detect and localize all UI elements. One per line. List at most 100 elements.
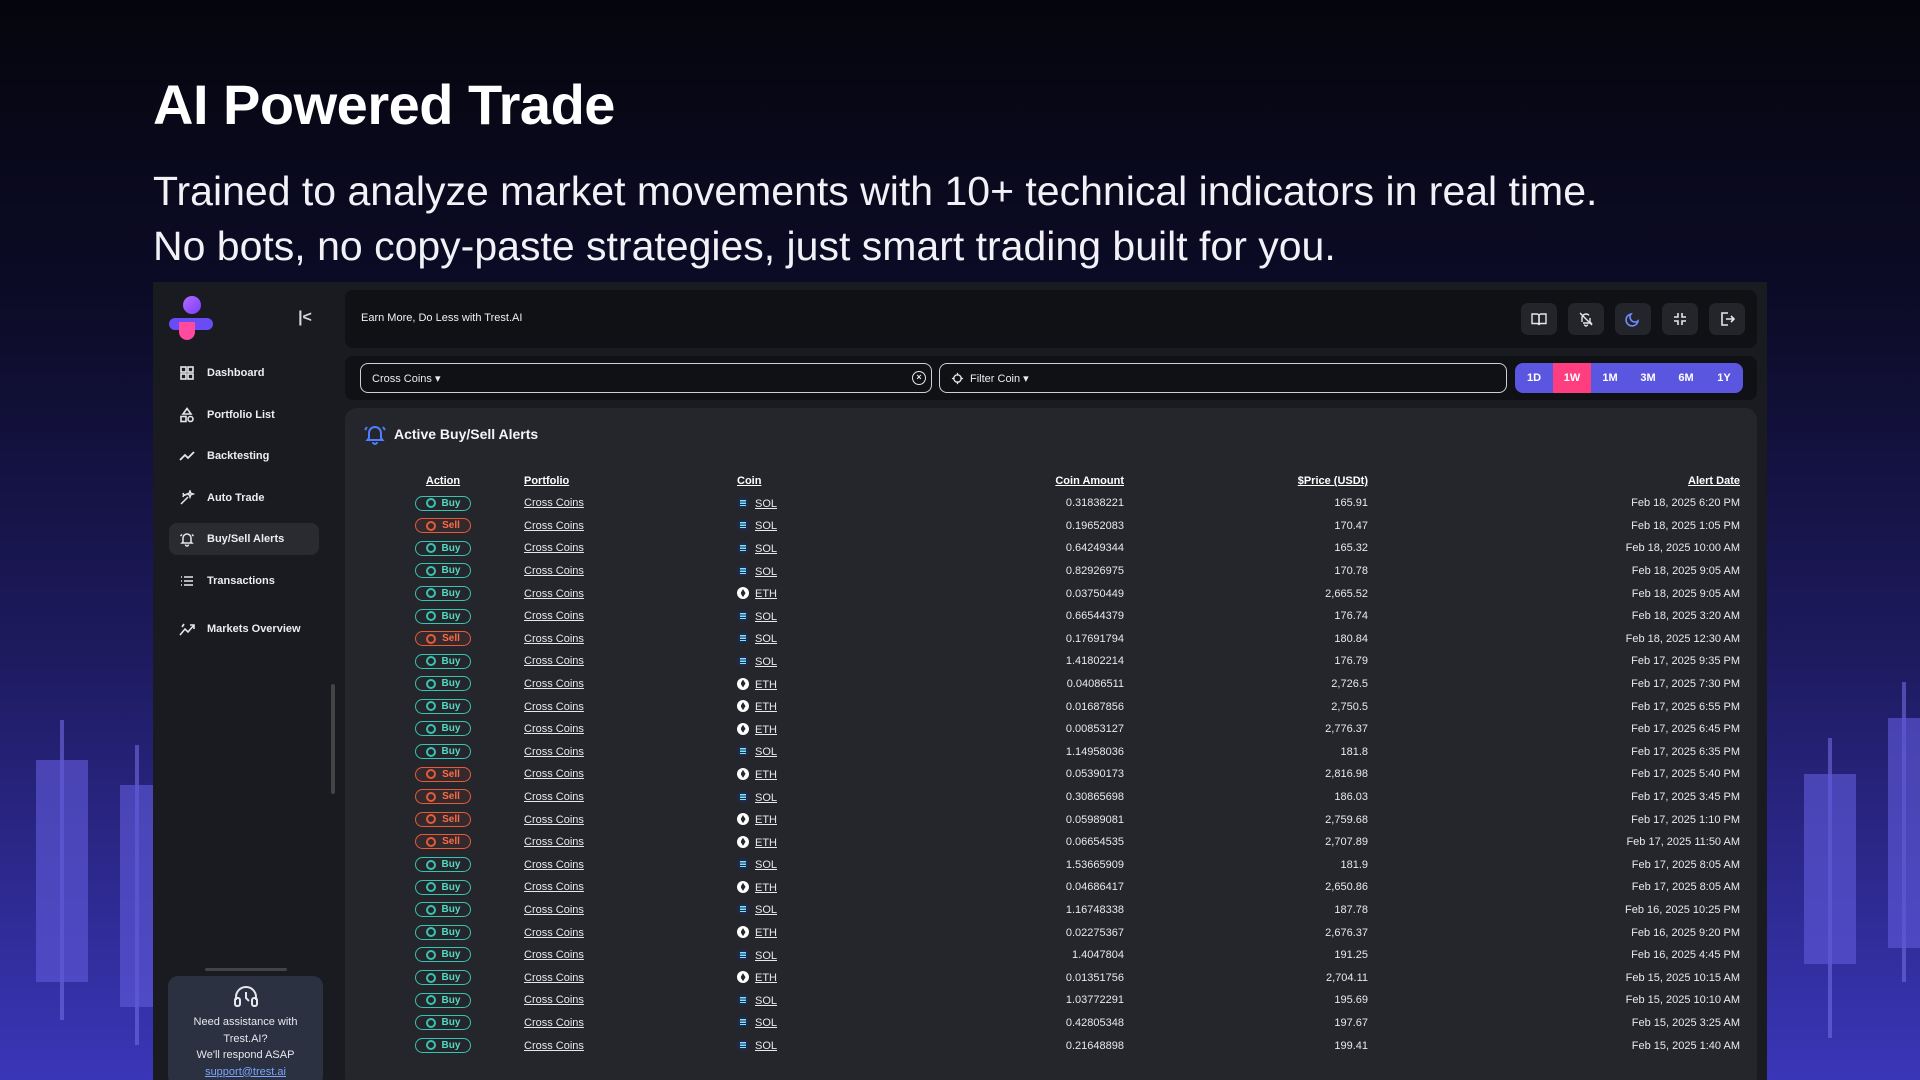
fullscreen-button[interactable] [1662, 303, 1698, 335]
alerts-table: Action Portfolio Coin Coin Amount $Price… [362, 470, 1740, 1057]
coin-cell[interactable]: ETH [737, 673, 894, 696]
portfolio-select[interactable]: Cross Coins ▾ × [360, 363, 932, 393]
coin-price: 186.03 [1334, 791, 1368, 804]
portfolio-link[interactable]: Cross Coins [524, 966, 737, 989]
clear-icon[interactable]: × [912, 371, 926, 385]
logout-button[interactable] [1709, 303, 1745, 335]
coin-cell[interactable]: ETH [737, 831, 894, 854]
portfolio-link[interactable]: Cross Coins [524, 515, 737, 538]
portfolio-link[interactable]: Cross Coins [524, 944, 737, 967]
portfolio-link[interactable]: Cross Coins [524, 492, 737, 515]
coin-cell[interactable]: SOL [737, 537, 894, 560]
support-email-link[interactable]: support@trest.ai [205, 1066, 286, 1078]
portfolio-link[interactable]: Cross Coins [524, 560, 737, 583]
coin-cell[interactable]: SOL [737, 650, 894, 673]
sidebar-item-label: Backtesting [207, 450, 270, 463]
logo[interactable] [169, 296, 215, 340]
portfolio-link[interactable]: Cross Coins [524, 1034, 737, 1057]
portfolio-link[interactable]: Cross Coins [524, 582, 737, 605]
coin-amount: 0.05989081 [1065, 813, 1124, 826]
alert-date: Feb 18, 2025 3:20 AM [1631, 610, 1740, 623]
portfolio-link[interactable]: Cross Coins [524, 1012, 737, 1035]
portfolio-link[interactable]: Cross Coins [524, 831, 737, 854]
column-header-portfolio[interactable]: Portfolio [524, 470, 737, 492]
sidebar-item-portfolio-list[interactable]: Portfolio List [169, 399, 319, 431]
range-tab-1y[interactable]: 1Y [1705, 363, 1743, 393]
column-header-coin[interactable]: Coin [737, 470, 894, 492]
coin-cell[interactable]: SOL [737, 786, 894, 809]
column-header-action[interactable]: Action [362, 470, 524, 492]
coin-filter-select[interactable]: Filter Coin ▾ [939, 363, 1507, 393]
portfolio-link[interactable]: Cross Coins [524, 899, 737, 922]
alert-date: Feb 18, 2025 6:20 PM [1631, 497, 1740, 510]
coin-cell[interactable]: ETH [737, 763, 894, 786]
range-tab-1w[interactable]: 1W [1553, 363, 1591, 393]
portfolio-link[interactable]: Cross Coins [524, 989, 737, 1012]
sidebar-item-markets-overview[interactable]: Markets Overview [169, 613, 319, 645]
buy-badge: Buy [415, 698, 471, 714]
coin-cell[interactable]: ETH [737, 876, 894, 899]
action-cell: Buy [362, 560, 524, 583]
sidebar-item-backtesting[interactable]: Backtesting [169, 440, 319, 472]
eth-coin-icon [737, 587, 749, 600]
portfolio-link[interactable]: Cross Coins [524, 718, 737, 741]
range-tab-6m[interactable]: 6M [1667, 363, 1705, 393]
coin-cell[interactable]: ETH [737, 921, 894, 944]
notifications-button[interactable] [1568, 303, 1604, 335]
action-cell: Buy [362, 854, 524, 877]
alert-date: Feb 15, 2025 1:40 AM [1631, 1039, 1740, 1052]
column-header-alert-date[interactable]: Alert Date [1368, 470, 1740, 492]
coin-cell[interactable]: SOL [737, 560, 894, 583]
portfolio-link[interactable]: Cross Coins [524, 605, 737, 628]
help-card: Need assistance with Trest.AI? We'll res… [168, 976, 323, 1080]
coin-cell[interactable]: ETH [737, 718, 894, 741]
range-tab-3m[interactable]: 3M [1629, 363, 1667, 393]
coin-cell[interactable]: SOL [737, 899, 894, 922]
theme-toggle-button[interactable] [1615, 303, 1651, 335]
portfolio-link[interactable]: Cross Coins [524, 876, 737, 899]
column-header-coin-amount[interactable]: Coin Amount [894, 470, 1124, 492]
alert-date: Feb 18, 2025 9:05 AM [1631, 565, 1740, 578]
coin-cell[interactable]: ETH [737, 582, 894, 605]
portfolio-link[interactable]: Cross Coins [524, 673, 737, 696]
coin-cell[interactable]: SOL [737, 628, 894, 651]
portfolio-link[interactable]: Cross Coins [524, 741, 737, 764]
portfolio-link[interactable]: Cross Coins [524, 763, 737, 786]
sidebar-scrollbar[interactable] [331, 684, 335, 794]
docs-button[interactable] [1521, 303, 1557, 335]
hero-subtitle: Trained to analyze market movements with… [153, 164, 1597, 274]
sidebar-item-transactions[interactable]: Transactions [169, 565, 319, 597]
decor-candle [1804, 738, 1856, 1038]
coin-cell[interactable]: SOL [737, 605, 894, 628]
coin-cell[interactable]: SOL [737, 944, 894, 967]
portfolio-link[interactable]: Cross Coins [524, 650, 737, 673]
sidebar-item-dashboard[interactable]: Dashboard [169, 357, 319, 389]
coin-cell[interactable]: ETH [737, 808, 894, 831]
column-header-price[interactable]: $Price (USDt) [1124, 470, 1368, 492]
portfolio-link[interactable]: Cross Coins [524, 854, 737, 877]
collapse-sidebar-icon[interactable]: |< [295, 308, 315, 328]
coin-cell[interactable]: ETH [737, 695, 894, 718]
range-tab-1d[interactable]: 1D [1515, 363, 1553, 393]
range-tab-1m[interactable]: 1M [1591, 363, 1629, 393]
portfolio-link[interactable]: Cross Coins [524, 537, 737, 560]
portfolio-link[interactable]: Cross Coins [524, 695, 737, 718]
portfolio-link[interactable]: Cross Coins [524, 921, 737, 944]
coin-cell[interactable]: SOL [737, 854, 894, 877]
sidebar-item-buy-sell-alerts[interactable]: Buy/Sell Alerts [169, 523, 319, 556]
coin-cell[interactable]: SOL [737, 492, 894, 515]
action-cell: Buy [362, 718, 524, 741]
coin-cell[interactable]: SOL [737, 1034, 894, 1057]
coin-cell[interactable]: SOL [737, 515, 894, 538]
portfolio-link[interactable]: Cross Coins [524, 786, 737, 809]
coin-cell[interactable]: SOL [737, 1012, 894, 1035]
portfolio-link[interactable]: Cross Coins [524, 808, 737, 831]
coin-cell[interactable]: SOL [737, 989, 894, 1012]
sidebar-item-auto-trade[interactable]: Auto Trade [169, 482, 319, 514]
coin-cell[interactable]: SOL [737, 741, 894, 764]
action-cell: Buy [362, 899, 524, 922]
status-circle-icon [425, 723, 436, 734]
coin-cell[interactable]: ETH [737, 966, 894, 989]
portfolio-link[interactable]: Cross Coins [524, 628, 737, 651]
alert-date: Feb 17, 2025 9:35 PM [1631, 655, 1740, 668]
